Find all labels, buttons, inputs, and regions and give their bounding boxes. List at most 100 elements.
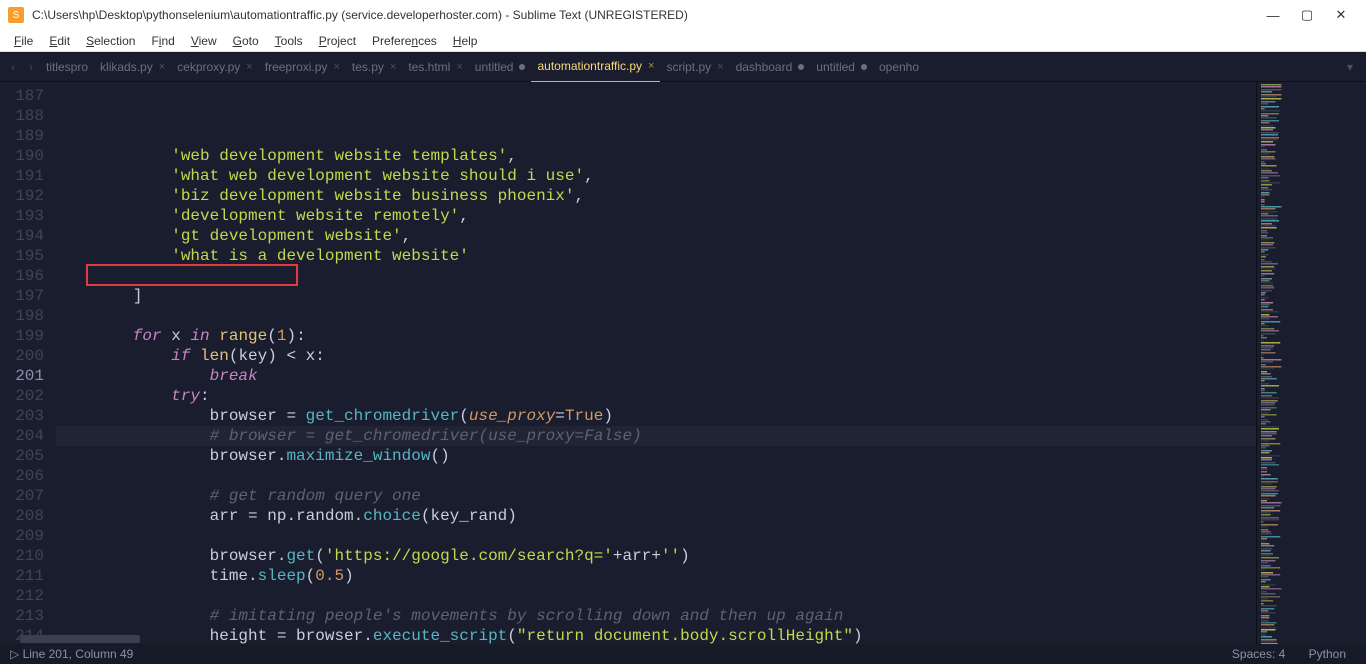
tab-label: dashboard bbox=[736, 60, 793, 74]
menu-tools[interactable]: Tools bbox=[267, 34, 311, 48]
code-line[interactable]: 'what web development website should i u… bbox=[56, 166, 1256, 186]
line-number: 190 bbox=[0, 146, 44, 166]
line-number: 198 bbox=[0, 306, 44, 326]
tab-klikads-py-1[interactable]: klikads.py × bbox=[94, 52, 171, 82]
menu-bar: File Edit Selection Find View Goto Tools… bbox=[0, 30, 1366, 52]
close-icon[interactable]: × bbox=[648, 60, 654, 72]
close-icon[interactable]: × bbox=[246, 61, 252, 73]
tab-freeproxi-py-3[interactable]: freeproxi.py× bbox=[259, 52, 346, 82]
menu-view[interactable]: View bbox=[183, 34, 225, 48]
tab-label: titlespro bbox=[46, 60, 88, 74]
menu-selection[interactable]: Selection bbox=[78, 34, 143, 48]
line-number: 191 bbox=[0, 166, 44, 186]
menu-edit[interactable]: Edit bbox=[41, 34, 78, 48]
dirty-dot-icon bbox=[798, 64, 804, 70]
title-bar: S C:\Users\hp\Desktop\pythonselenium\aut… bbox=[0, 0, 1366, 30]
close-icon[interactable]: × bbox=[333, 61, 339, 73]
line-number: 208 bbox=[0, 506, 44, 526]
status-bar: ▷ Line 201, Column 49 Spaces: 4 Python bbox=[0, 644, 1366, 664]
line-number: 207 bbox=[0, 486, 44, 506]
taskbar-edge bbox=[0, 664, 1366, 668]
code-line[interactable]: # browser = get_chromedriver(use_proxy=F… bbox=[56, 426, 1256, 446]
code-line[interactable] bbox=[56, 586, 1256, 606]
code-line[interactable]: browser.maximize_window() bbox=[56, 446, 1256, 466]
minimize-button[interactable]: — bbox=[1256, 0, 1290, 30]
close-icon[interactable]: × bbox=[456, 61, 462, 73]
status-language[interactable]: Python bbox=[1299, 647, 1356, 661]
line-number: 189 bbox=[0, 126, 44, 146]
scrollbar-thumb[interactable] bbox=[20, 635, 140, 643]
line-number: 205 bbox=[0, 446, 44, 466]
line-number: 213 bbox=[0, 606, 44, 626]
code-line[interactable]: # imitating people's movements by scroll… bbox=[56, 606, 1256, 626]
tab-untitled-6[interactable]: untitled bbox=[469, 52, 532, 82]
code-line[interactable]: 'biz development website business phoeni… bbox=[56, 186, 1256, 206]
code-line[interactable] bbox=[56, 466, 1256, 486]
tab-untitled-10[interactable]: untitled bbox=[810, 52, 873, 82]
line-number: 206 bbox=[0, 466, 44, 486]
window-title: C:\Users\hp\Desktop\pythonselenium\autom… bbox=[32, 8, 1256, 22]
maximize-button[interactable]: ▢ bbox=[1290, 0, 1324, 30]
code-line[interactable] bbox=[56, 306, 1256, 326]
code-line[interactable]: break bbox=[56, 366, 1256, 386]
status-cursor[interactable]: Line 201, Column 49 bbox=[23, 647, 134, 661]
tab-bar: ‹ › titlesproklikads.py×cekproxy.py×free… bbox=[0, 52, 1366, 82]
tab-openho-11[interactable]: openho bbox=[873, 52, 925, 82]
code-line[interactable]: 'what is a development website' bbox=[56, 246, 1256, 266]
tab-label: script.py bbox=[666, 60, 711, 74]
tab-titlespro-0[interactable]: titlespro bbox=[40, 52, 94, 82]
tab-cekproxy-py-2[interactable]: cekproxy.py× bbox=[171, 52, 259, 82]
menu-preferences[interactable]: Preferences bbox=[364, 34, 445, 48]
code-line[interactable]: try: bbox=[56, 386, 1256, 406]
app-icon: S bbox=[8, 7, 24, 23]
code-line[interactable]: for x in range(1): bbox=[56, 326, 1256, 346]
menu-help[interactable]: Help bbox=[445, 34, 486, 48]
line-number: 195 bbox=[0, 246, 44, 266]
code-line[interactable]: if len(key) < x: bbox=[56, 346, 1256, 366]
tab-tes-py-4[interactable]: tes.py× bbox=[346, 52, 402, 82]
code-line[interactable]: arr = np.random.choice(key_rand) bbox=[56, 506, 1256, 526]
minimap[interactable]: ████████████████████████████████████████… bbox=[1256, 82, 1366, 644]
code-line[interactable] bbox=[56, 266, 1256, 286]
menu-project[interactable]: Project bbox=[311, 34, 364, 48]
tab-script-py-8[interactable]: script.py × bbox=[660, 52, 729, 82]
tab-tes-html-5[interactable]: tes.html × bbox=[402, 52, 468, 82]
line-number: 200 bbox=[0, 346, 44, 366]
code-line[interactable]: ] bbox=[56, 286, 1256, 306]
close-icon[interactable]: × bbox=[717, 61, 723, 73]
code-content[interactable]: 'web development website templates', 'wh… bbox=[56, 82, 1256, 644]
tab-nav-back[interactable]: ‹ bbox=[4, 60, 22, 74]
line-number: 199 bbox=[0, 326, 44, 346]
tab-label: tes.html bbox=[408, 60, 450, 74]
line-number: 209 bbox=[0, 526, 44, 546]
tab-dashboard-9[interactable]: dashboard bbox=[730, 52, 811, 82]
close-icon[interactable]: × bbox=[390, 61, 396, 73]
dirty-dot-icon bbox=[519, 64, 525, 70]
code-line[interactable]: 'development website remotely', bbox=[56, 206, 1256, 226]
code-line[interactable]: 'gt development website', bbox=[56, 226, 1256, 246]
code-line[interactable]: browser.get('https://google.com/search?q… bbox=[56, 546, 1256, 566]
tab-label: klikads.py bbox=[100, 60, 153, 74]
line-number: 192 bbox=[0, 186, 44, 206]
editor-area[interactable]: 1871881891901911921931941951961971981992… bbox=[0, 82, 1366, 644]
menu-goto[interactable]: Goto bbox=[225, 34, 267, 48]
code-line[interactable]: # get random query one bbox=[56, 486, 1256, 506]
horizontal-scrollbar[interactable] bbox=[0, 634, 1366, 644]
tab-label: untitled bbox=[816, 60, 855, 74]
code-line[interactable] bbox=[56, 526, 1256, 546]
close-icon[interactable]: × bbox=[159, 61, 165, 73]
tab-dropdown[interactable]: ▾ bbox=[1338, 60, 1362, 74]
tab-nav-forward[interactable]: › bbox=[22, 60, 40, 74]
line-number: 187 bbox=[0, 86, 44, 106]
status-spaces[interactable]: Spaces: 4 bbox=[1222, 647, 1295, 661]
close-button[interactable]: ✕ bbox=[1324, 0, 1358, 30]
line-number: 197 bbox=[0, 286, 44, 306]
menu-find[interactable]: Find bbox=[143, 34, 182, 48]
code-line[interactable]: 'web development website templates', bbox=[56, 146, 1256, 166]
tab-label: automationtraffic.py bbox=[537, 59, 642, 73]
line-number-gutter: 1871881891901911921931941951961971981992… bbox=[0, 82, 56, 644]
code-line[interactable]: browser = get_chromedriver(use_proxy=Tru… bbox=[56, 406, 1256, 426]
tab-automationtraffic-py-7[interactable]: automationtraffic.py × bbox=[531, 52, 660, 82]
menu-file[interactable]: File bbox=[6, 34, 41, 48]
code-line[interactable]: time.sleep(0.5) bbox=[56, 566, 1256, 586]
